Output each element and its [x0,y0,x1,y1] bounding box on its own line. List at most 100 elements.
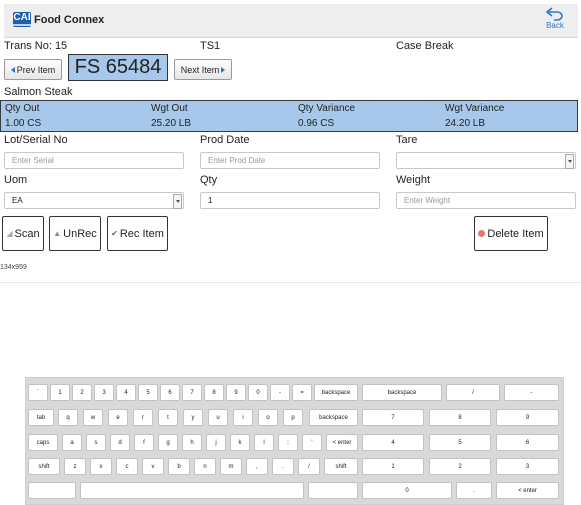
delete-item-button[interactable]: Delete Item [474,216,548,251]
key[interactable]: n [194,458,216,475]
back-arrow-icon [546,7,563,21]
key[interactable] [28,482,76,499]
numpad-key[interactable]: 3 [496,458,559,475]
key[interactable]: d [110,434,130,451]
numpad-key[interactable]: 8 [429,409,491,426]
rec-item-label: Rec Item [119,227,164,240]
numpad-key[interactable]: 9 [496,409,559,426]
unrec-label: UnRec [63,227,97,240]
key[interactable]: . [272,458,294,475]
key[interactable]: ; [278,434,298,451]
key[interactable]: 3 [94,384,114,401]
shift-key[interactable]: shift [324,458,358,475]
key[interactable]: 4 [116,384,136,401]
wgt-variance-header: Wgt Variance [445,103,505,114]
numpad-key[interactable]: 7 [362,409,424,426]
key[interactable]: ` [28,384,48,401]
prev-item-button[interactable]: Prev Item [4,59,62,80]
key[interactable]: - [270,384,290,401]
numpad-enter-key[interactable]: < enter [496,482,559,499]
key[interactable]: / [298,458,320,475]
space-key[interactable] [80,482,304,499]
key[interactable] [308,482,358,499]
qty-out-header: Qty Out [5,103,40,114]
key[interactable]: g [158,434,178,451]
key[interactable]: i [233,409,253,426]
key[interactable]: ' [302,434,322,451]
scan-label: Scan [14,227,40,240]
transaction-mode: Case Break [396,40,454,52]
numpad-key[interactable]: 2 [429,458,491,475]
next-item-button[interactable]: Next Item [174,59,232,80]
divider [0,282,581,283]
key[interactable]: y [183,409,203,426]
qty-input[interactable]: 1 [200,192,380,209]
key[interactable]: a [62,434,82,451]
numpad-key[interactable]: 6 [496,434,559,451]
key[interactable]: z [64,458,86,475]
key[interactable]: m [220,458,242,475]
numpad-key[interactable]: 1 [362,458,424,475]
enter-key[interactable]: < enter [326,434,358,451]
weight-input[interactable]: Enter Weight [396,192,576,209]
lot-serial-input[interactable]: Enter Serial [4,152,184,169]
key[interactable]: , [246,458,268,475]
key[interactable]: s [86,434,106,451]
key[interactable]: t [158,409,178,426]
product-name: Salmon Steak [4,86,73,98]
key[interactable]: p [283,409,303,426]
scan-button[interactable]: ◢ Scan [2,216,44,251]
numpad-backspace-key[interactable]: backspace [362,384,442,401]
numpad-key[interactable]: - [504,384,559,401]
key[interactable]: l [254,434,274,451]
key[interactable]: k [230,434,250,451]
backspace-key[interactable]: backspace [309,409,358,426]
key[interactable]: c [116,458,138,475]
key[interactable]: h [182,434,202,451]
brand-logo: CAI [13,12,31,27]
key[interactable]: v [142,458,164,475]
tab-key[interactable]: tab [28,409,54,426]
tare-select[interactable] [396,152,576,169]
prod-date-label: Prod Date [200,134,250,146]
key[interactable]: o [258,409,278,426]
uom-select[interactable]: EA [4,192,184,209]
quantity-summary: Qty Out Wgt Out Qty Variance Wgt Varianc… [0,100,578,132]
key[interactable]: x [90,458,112,475]
backspace-key[interactable]: backspace [314,384,358,401]
key[interactable]: 1 [50,384,70,401]
qty-variance-value: 0.96 CS [298,118,335,129]
key[interactable]: 2 [72,384,92,401]
prod-date-input[interactable]: Enter Prod Date [200,152,380,169]
back-label: Back [546,21,564,30]
back-button[interactable]: Back [544,7,566,30]
numpad-key[interactable]: / [446,384,500,401]
key[interactable]: 0 [248,384,268,401]
key[interactable]: 5 [138,384,158,401]
key[interactable]: f [134,434,154,451]
unrec-button[interactable]: ▲ UnRec [49,216,101,251]
key[interactable]: 6 [160,384,180,401]
key[interactable]: e [108,409,128,426]
numpad-key[interactable]: 5 [429,434,491,451]
key[interactable]: q [58,409,78,426]
tag-icon: ◢ [6,229,13,238]
key[interactable]: u [208,409,228,426]
key[interactable]: 7 [182,384,202,401]
qty-label: Qty [200,174,218,186]
key[interactable]: r [133,409,153,426]
screen-resolution: 134x959 [0,264,27,271]
key[interactable]: 8 [204,384,224,401]
key[interactable]: 9 [226,384,246,401]
numpad-key[interactable]: 0 [362,482,452,499]
key[interactable]: w [83,409,103,426]
qty-variance-header: Qty Variance [298,103,356,114]
caps-key[interactable]: caps [28,434,58,451]
numpad-key[interactable]: . [456,482,492,499]
key[interactable]: b [168,458,190,475]
numpad-key[interactable]: 4 [362,434,424,451]
key[interactable]: j [206,434,226,451]
rec-item-button[interactable]: ✔ Rec Item [107,216,168,251]
key[interactable]: = [292,384,312,401]
shift-key[interactable]: shift [28,458,60,475]
